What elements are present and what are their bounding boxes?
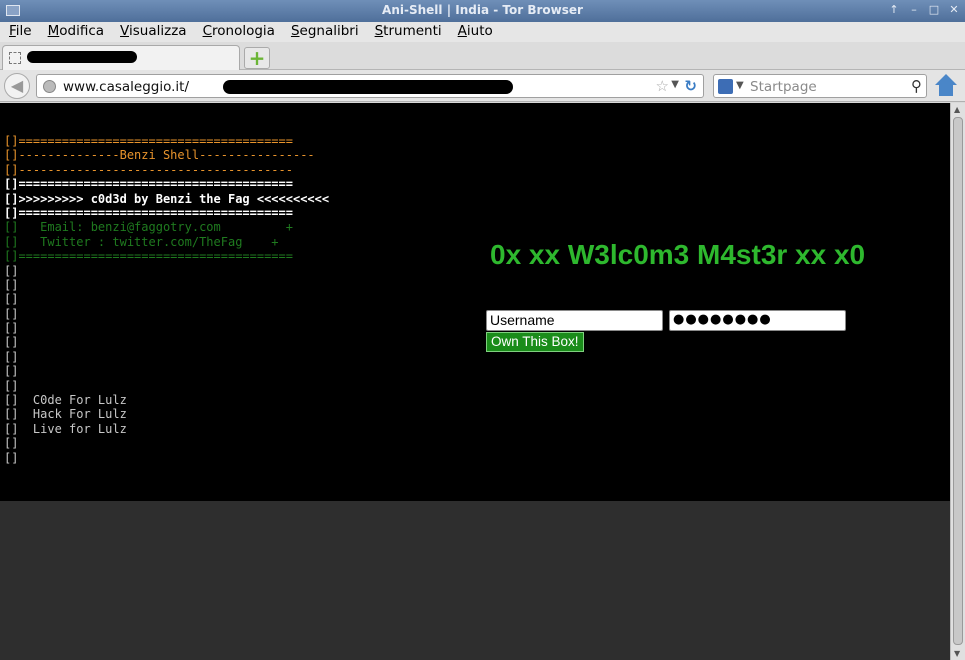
window-close-button[interactable]: ✕ — [947, 3, 961, 17]
home-button[interactable] — [934, 74, 958, 98]
welcome-heading: 0x xx W3lc0m3 M4st3r xx x0 — [490, 239, 866, 270]
ascii-line: [] Live for Lulz — [4, 421, 127, 436]
menu-strumenti[interactable]: Strumenti — [370, 22, 447, 42]
scrollbar-thumb[interactable] — [953, 117, 963, 645]
vertical-scrollbar[interactable]: ▲ ▼ — [950, 103, 965, 660]
ascii-line: [] — [4, 378, 19, 393]
url-bar[interactable]: www.casaleggio.it/ ☆ ▼ ↻ — [36, 74, 704, 98]
new-tab-button[interactable]: + — [244, 47, 270, 69]
menu-aiuto-label: iuto — [466, 23, 493, 39]
ascii-line: [] — [4, 321, 19, 336]
page-background-below — [0, 501, 950, 660]
menu-strumenti-mnemonic: S — [374, 23, 384, 39]
scroll-up-icon[interactable]: ▲ — [954, 105, 960, 114]
ascii-line: [] — [4, 349, 19, 364]
site-identity-icon[interactable] — [43, 80, 56, 93]
ascii-line: []>>>>>>>>> c0d3d by Benzi the Fag <<<<<… — [4, 191, 330, 206]
ascii-line: [] — [4, 306, 19, 321]
menu-file[interactable]: File — [4, 22, 37, 42]
menu-file-label: ile — [15, 23, 32, 39]
search-icon[interactable]: ⚲ — [911, 77, 922, 95]
bookmark-star-icon[interactable]: ☆ — [656, 77, 669, 95]
window-controls: ↑ – □ ✕ — [887, 3, 961, 17]
window-title-bar: Ani-Shell | India - Tor Browser ↑ – □ ✕ — [0, 0, 965, 22]
url-history-dropdown-icon[interactable]: ▼ — [671, 79, 679, 90]
menu-aiuto-mnemonic: A — [457, 23, 467, 39]
password-field[interactable]: ●●●●●●●● — [669, 310, 846, 331]
url-redaction — [223, 80, 513, 94]
ascii-line: []--------------Benzi Shell-------------… — [4, 148, 315, 163]
menu-modifica[interactable]: Modifica — [43, 22, 109, 42]
ascii-line: [] — [4, 450, 19, 465]
search-engine-dropdown-icon[interactable]: ▼ — [736, 80, 744, 91]
menu-modifica-mnemonic: M — [47, 23, 60, 39]
ascii-line: []====================================== — [4, 134, 293, 148]
menu-file-mnemonic: F — [9, 23, 16, 39]
menu-visualizza-mnemonic: V — [120, 23, 129, 39]
ascii-line: [] Twitter : twitter.com/TheFag + — [4, 234, 279, 249]
menu-segnalibri-mnemonic: S — [290, 23, 300, 39]
navigation-bar: ◀ www.casaleggio.it/ ☆ ▼ ↻ ▼ Startpage ⚲ — [0, 70, 965, 102]
menu-segnalibri[interactable]: Segnalibri — [286, 22, 364, 42]
menu-aiuto[interactable]: Aiuto — [453, 22, 498, 42]
username-field[interactable]: Username — [486, 310, 663, 331]
menu-cronologia[interactable]: Cronologia — [198, 22, 280, 42]
ascii-line: []====================================== — [4, 205, 293, 220]
search-bar[interactable]: ▼ Startpage ⚲ — [713, 74, 927, 98]
search-placeholder: Startpage — [750, 79, 817, 95]
login-submit-button[interactable]: Own This Box! — [486, 332, 584, 352]
ascii-line: [] — [4, 277, 19, 292]
tab-title-redacted — [27, 51, 137, 63]
ascii-line: [] — [4, 263, 19, 278]
menu-cronologia-label: ronologia — [212, 23, 275, 39]
menu-modifica-label: odifica — [59, 23, 105, 39]
ascii-banner: []======================================… — [4, 134, 329, 465]
menu-visualizza-label: isualizza — [129, 23, 187, 39]
ascii-line: [] — [4, 335, 19, 350]
ascii-line: [] — [4, 436, 19, 451]
menu-bar: File Modifica Visualizza Cronologia Segn… — [0, 22, 965, 42]
menu-cronologia-mnemonic: C — [202, 23, 212, 39]
url-text[interactable]: www.casaleggio.it/ — [63, 79, 189, 95]
ascii-line: [] Hack For Lulz — [4, 407, 127, 422]
ascii-line: [] C0de For Lulz — [4, 393, 127, 408]
scroll-down-icon[interactable]: ▼ — [954, 649, 960, 658]
window-maximize-button[interactable]: □ — [927, 3, 941, 17]
window-shade-button[interactable]: ↑ — [887, 3, 901, 17]
tab-active[interactable] — [2, 45, 240, 70]
search-engine-icon[interactable] — [718, 79, 733, 94]
tab-favicon-icon — [9, 52, 21, 64]
ascii-line: [] — [4, 292, 19, 307]
window-title: Ani-Shell | India - Tor Browser — [382, 3, 583, 17]
ascii-line: [] Email: benzi@faggotry.com + — [4, 220, 293, 235]
ascii-line: []====================================== — [4, 177, 293, 192]
menu-strumenti-label: trumenti — [383, 23, 442, 39]
ascii-line: []-------------------------------------- — [4, 162, 293, 177]
home-icon-base — [939, 84, 953, 96]
window-minimize-button[interactable]: – — [907, 3, 921, 17]
ascii-line: [] — [4, 364, 19, 379]
menu-visualizza[interactable]: Visualizza — [115, 22, 192, 42]
page-content: []======================================… — [0, 103, 950, 501]
tab-bar: + — [0, 42, 965, 70]
menu-segnalibri-label: egnalibri — [299, 23, 359, 39]
reload-icon[interactable]: ↻ — [684, 77, 697, 95]
ascii-line: []====================================== — [4, 249, 293, 264]
back-button[interactable]: ◀ — [4, 73, 30, 99]
